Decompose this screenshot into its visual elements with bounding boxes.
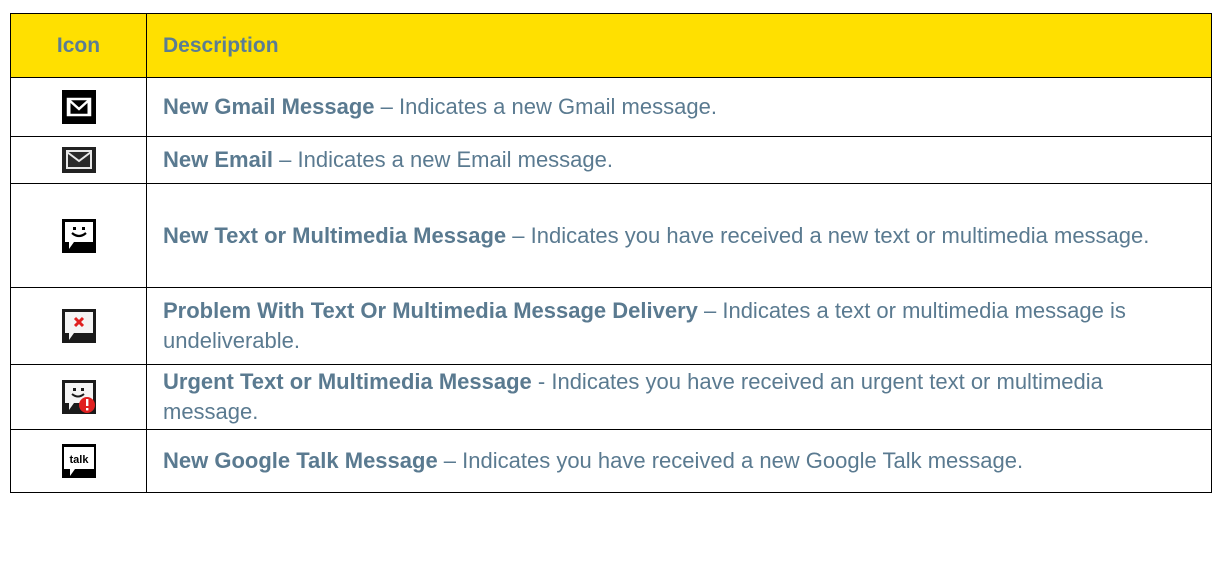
row-separator: – <box>273 147 298 172</box>
icon-cell: talk <box>10 429 147 493</box>
row-title: New Gmail Message <box>163 94 375 119</box>
icon-table-container: Icon Description New Gmail Message – Ind… <box>10 13 1212 493</box>
row-separator: – <box>374 94 400 119</box>
row-title: New Email <box>163 147 274 172</box>
icon-cell <box>10 287 147 365</box>
table-row: Urgent Text or Multimedia Message - Indi… <box>10 364 1212 430</box>
row-description: New Email – Indicates a new Email messag… <box>146 136 1212 184</box>
row-description: New Google Talk Message – Indicates you … <box>146 429 1212 493</box>
row-description: Urgent Text or Multimedia Message - Indi… <box>146 364 1212 430</box>
row-description: Problem With Text Or Multimedia Message … <box>146 287 1212 365</box>
gmail-icon <box>61 90 96 124</box>
row-title: New Google Talk Message <box>163 448 438 473</box>
row-text: Indicates you have received a new text o… <box>530 222 1150 248</box>
row-separator: – <box>437 448 463 473</box>
table-row: New Text or Multimedia Message – Indicat… <box>10 183 1212 288</box>
row-separator: – <box>697 298 723 323</box>
icon-cell <box>10 77 147 137</box>
table-row: New Email – Indicates a new Email messag… <box>10 136 1212 184</box>
row-separator: – <box>506 222 531 248</box>
row-separator: - <box>531 369 552 394</box>
talk-icon-label: talk <box>69 454 89 466</box>
header-icon: Icon <box>10 13 147 78</box>
icon-cell <box>10 364 147 430</box>
row-text: Indicates a new Gmail message. <box>399 94 717 119</box>
table-header-row: Icon Description <box>10 13 1212 78</box>
table-row: New Gmail Message – Indicates a new Gmai… <box>10 77 1212 137</box>
icon-cell <box>10 183 147 288</box>
row-title: Problem With Text Or Multimedia Message … <box>163 298 698 323</box>
google-talk-icon: talk <box>61 444 96 478</box>
urgent-message-icon <box>61 380 96 414</box>
text-message-icon <box>61 218 96 253</box>
email-icon <box>61 147 96 173</box>
row-text: Indicates you have received a new Google… <box>462 448 1024 473</box>
icon-cell <box>10 136 147 184</box>
row-description: New Gmail Message – Indicates a new Gmai… <box>146 77 1212 137</box>
notification-icon-table: Icon Description New Gmail Message – Ind… <box>10 13 1212 493</box>
table-row: talk New Google Talk Message – Indicates… <box>10 429 1212 493</box>
row-title: New Text or Multimedia Message <box>163 222 507 248</box>
row-description: New Text or Multimedia Message – Indicat… <box>146 183 1212 288</box>
row-title: Urgent Text or Multimedia Message <box>163 369 532 394</box>
table-row: Problem With Text Or Multimedia Message … <box>10 287 1212 365</box>
row-text: Indicates a new Email message. <box>297 147 614 172</box>
header-description: Description <box>146 13 1212 78</box>
message-error-icon <box>61 309 96 343</box>
